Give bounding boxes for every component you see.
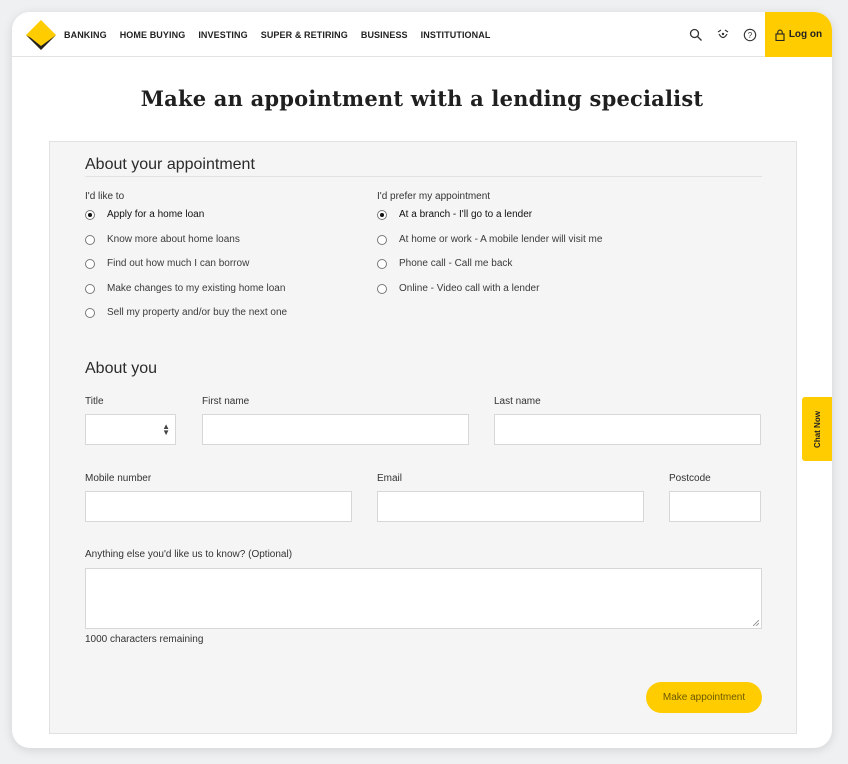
radio-label: Sell my property and/or buy the next one xyxy=(107,307,288,318)
make-appointment-button[interactable]: Make appointment xyxy=(646,682,762,713)
title-select[interactable]: ▲ ▼ xyxy=(85,414,176,445)
purpose-option-changes[interactable]: Make changes to my existing home loan xyxy=(85,283,285,294)
radio-icon[interactable] xyxy=(377,234,387,245)
purpose-option-know-more[interactable]: Know more about home loans xyxy=(85,234,240,245)
method-label: I'd prefer my appointment xyxy=(377,191,491,202)
bank-logo[interactable] xyxy=(24,18,58,52)
primary-nav: BANKING HOME BUYING INVESTING SUPER & RE… xyxy=(64,12,490,57)
radio-icon[interactable] xyxy=(85,234,95,245)
postcode-label: Postcode xyxy=(669,473,711,484)
purpose-option-sell[interactable]: Sell my property and/or buy the next one xyxy=(85,307,287,318)
radio-label: Make changes to my existing home loan xyxy=(107,283,286,294)
about-you-heading: About you xyxy=(85,360,158,377)
nav-link-business[interactable]: BUSINESS xyxy=(361,30,408,40)
purpose-option-borrow[interactable]: Find out how much I can borrow xyxy=(85,258,249,269)
notes-label: Anything else you'd like us to know? (Op… xyxy=(85,549,293,560)
nav-link-super-retiring[interactable]: SUPER & RETIRING xyxy=(261,30,348,40)
radio-selected-icon[interactable] xyxy=(85,209,95,220)
radio-selected-icon[interactable] xyxy=(377,209,387,220)
radio-label: Online - Video call with a lender xyxy=(399,283,540,294)
radio-label: Phone call - Call me back xyxy=(399,258,513,269)
radio-icon[interactable] xyxy=(85,307,95,318)
svg-text:?: ? xyxy=(748,31,753,40)
radio-icon[interactable] xyxy=(85,258,95,269)
radio-icon[interactable] xyxy=(377,283,387,294)
last-name-label: Last name xyxy=(494,396,541,407)
purpose-label: I'd like to xyxy=(85,191,125,202)
page-card: BANKING HOME BUYING INVESTING SUPER & RE… xyxy=(12,12,832,748)
method-option-phone[interactable]: Phone call - Call me back xyxy=(377,258,512,269)
character-counter: 1000 characters remaining xyxy=(85,634,204,645)
method-option-online[interactable]: Online - Video call with a lender xyxy=(377,283,539,294)
appointment-section-heading: About your appointment xyxy=(85,156,255,173)
search-icon[interactable] xyxy=(688,27,704,43)
radio-label: Know more about home loans xyxy=(107,234,240,245)
radio-icon[interactable] xyxy=(85,283,95,294)
chat-now-tab[interactable]: Chat Now xyxy=(802,397,832,461)
nav-link-institutional[interactable]: INSTITUTIONAL xyxy=(421,30,491,40)
email-label: Email xyxy=(377,473,403,484)
radio-icon[interactable] xyxy=(377,258,387,269)
page-title: Make an appointment with a lending speci… xyxy=(140,86,704,111)
nav-icons: ? xyxy=(688,12,758,57)
appointment-form: About your appointment I'd like to Apply… xyxy=(49,141,797,734)
title-label: Title xyxy=(85,396,104,407)
mobile-input[interactable] xyxy=(85,491,352,522)
first-name-label: First name xyxy=(202,396,250,407)
radio-label: At a branch - I'll go to a lender xyxy=(399,209,533,220)
top-nav: BANKING HOME BUYING INVESTING SUPER & RE… xyxy=(12,12,832,57)
first-name-input[interactable] xyxy=(202,414,469,445)
lock-icon xyxy=(775,29,785,41)
radio-label: Apply for a home loan xyxy=(107,209,205,220)
email-input[interactable] xyxy=(377,491,644,522)
notes-textarea[interactable] xyxy=(85,568,762,629)
method-option-branch[interactable]: At a branch - I'll go to a lender xyxy=(377,209,532,220)
log-on-button[interactable]: Log on xyxy=(765,12,832,57)
help-icon[interactable]: ? xyxy=(742,27,758,43)
mobile-label: Mobile number xyxy=(85,473,152,484)
nav-link-banking[interactable]: BANKING xyxy=(64,30,107,40)
radio-label: Find out how much I can borrow xyxy=(107,258,250,269)
last-name-input[interactable] xyxy=(494,414,761,445)
chat-now-label: Chat Now xyxy=(812,410,822,448)
method-option-home-work[interactable]: At home or work - A mobile lender will v… xyxy=(377,234,602,245)
purpose-option-apply[interactable]: Apply for a home loan xyxy=(85,209,204,220)
postcode-input[interactable] xyxy=(669,491,761,522)
section-divider xyxy=(85,176,762,177)
nav-link-investing[interactable]: INVESTING xyxy=(198,30,247,40)
assistant-icon[interactable] xyxy=(715,27,731,43)
resize-grip-icon[interactable] xyxy=(753,620,759,626)
radio-label: At home or work - A mobile lender will v… xyxy=(399,234,603,245)
log-on-label: Log on xyxy=(788,29,823,40)
nav-link-home-buying[interactable]: HOME BUYING xyxy=(120,30,186,40)
select-caret-icon: ▲ ▼ xyxy=(162,422,170,437)
